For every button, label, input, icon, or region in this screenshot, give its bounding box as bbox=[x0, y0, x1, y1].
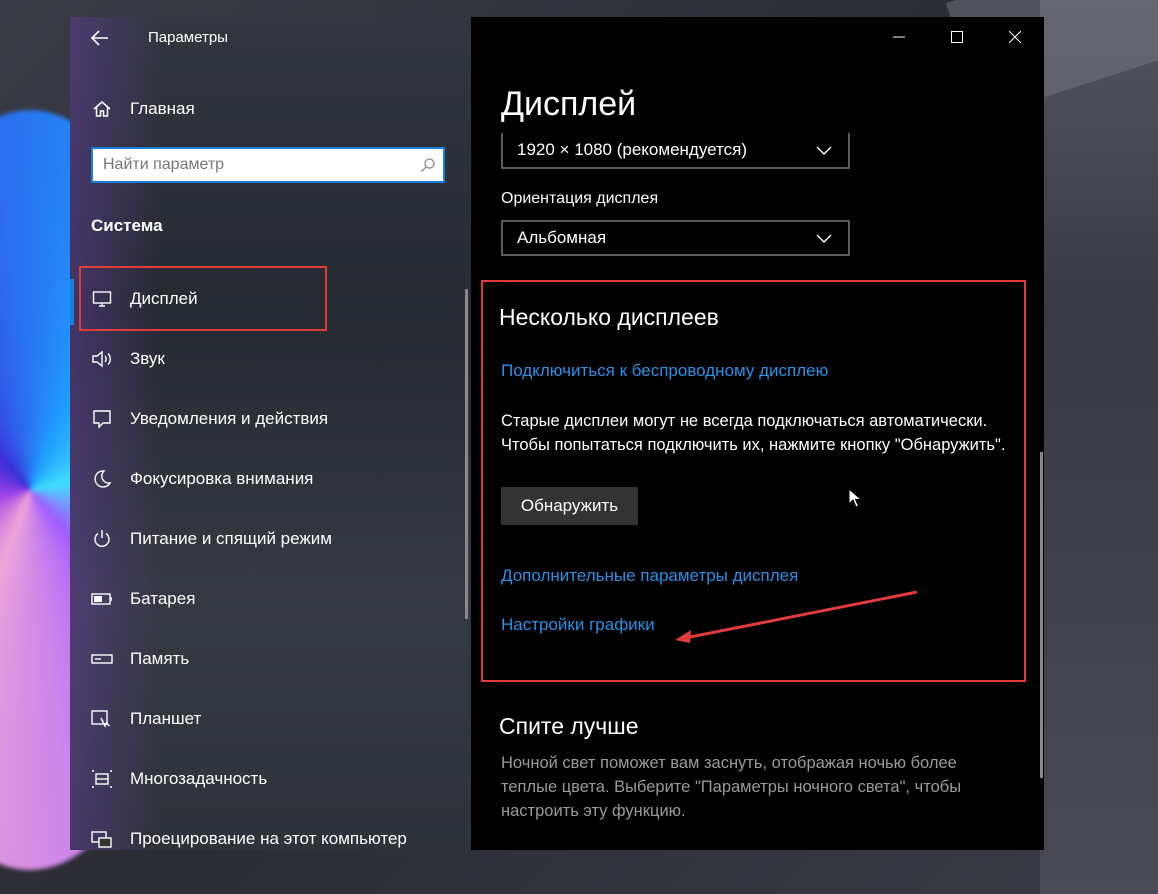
detect-button[interactable]: Обнаружить bbox=[501, 487, 638, 525]
home-icon bbox=[90, 97, 114, 121]
sidebar-item-projecting[interactable]: Проецирование на этот компьютер bbox=[70, 809, 471, 850]
wallpaper-shape bbox=[1040, 0, 1158, 894]
chevron-down-icon bbox=[816, 146, 832, 155]
sidebar-item-label: Память bbox=[130, 649, 190, 668]
project-icon bbox=[90, 827, 114, 850]
battery-icon bbox=[90, 587, 114, 611]
sidebar-item-label: Батарея bbox=[130, 589, 196, 608]
sidebar-item-focus-assist[interactable]: Фокусировка внимания bbox=[70, 449, 471, 509]
window-controls bbox=[870, 17, 1044, 57]
multitasking-icon bbox=[90, 767, 114, 791]
search-box[interactable] bbox=[91, 147, 445, 183]
sidebar-item-notifications[interactable]: Уведомления и действия bbox=[70, 389, 471, 449]
sidebar-item-tablet[interactable]: Планшет bbox=[70, 689, 471, 749]
sidebar-item-display[interactable]: Дисплей bbox=[70, 266, 471, 331]
orientation-label: Ориентация дисплея bbox=[501, 190, 659, 207]
search-icon[interactable] bbox=[413, 157, 443, 173]
maximize-button[interactable] bbox=[928, 17, 986, 57]
section-heading-sleep-better: Спите лучше bbox=[499, 713, 639, 739]
close-icon bbox=[1009, 31, 1021, 43]
night-light-description: Ночной свет поможет вам заснуть, отображ… bbox=[501, 754, 962, 820]
home-label: Главная bbox=[130, 99, 195, 118]
sidebar: Параметры Главная Система Дисплей bbox=[70, 17, 471, 850]
sidebar-item-power[interactable]: Питание и спящий режим bbox=[70, 509, 471, 569]
sidebar-item-label: Питание и спящий режим bbox=[130, 529, 332, 548]
resolution-dropdown[interactable]: 1920 × 1080 (рекомендуется) bbox=[501, 133, 850, 169]
back-arrow-icon bbox=[91, 30, 108, 46]
tablet-icon bbox=[90, 707, 114, 731]
sidebar-item-battery[interactable]: Батарея bbox=[70, 569, 471, 629]
content-scrollbar[interactable] bbox=[1040, 452, 1043, 778]
annotation-arrow bbox=[675, 590, 918, 643]
advanced-display-settings-link[interactable]: Дополнительные параметры дисплея bbox=[501, 566, 798, 586]
sidebar-item-sound[interactable]: Звук bbox=[70, 329, 471, 389]
mouse-cursor-icon bbox=[848, 488, 862, 508]
speaker-icon bbox=[90, 347, 114, 371]
close-button[interactable] bbox=[986, 17, 1044, 57]
connect-wireless-display-link[interactable]: Подключиться к беспроводному дисплею bbox=[501, 361, 828, 381]
multiple-displays-description: Старые дисплеи могут не всегда подключат… bbox=[501, 412, 1006, 454]
sidebar-scrollbar[interactable] bbox=[465, 289, 468, 619]
notification-icon bbox=[90, 407, 114, 431]
sidebar-nav: Дисплей Звук Уведомления и действия Фоку… bbox=[70, 266, 471, 850]
page-title: Дисплей bbox=[501, 85, 637, 123]
back-button[interactable] bbox=[84, 23, 116, 53]
power-icon bbox=[90, 527, 114, 551]
section-heading-multiple-displays: Несколько дисплеев bbox=[499, 304, 719, 330]
section-title: Система bbox=[91, 216, 163, 235]
resolution-value: 1920 × 1080 (рекомендуется) bbox=[517, 140, 747, 159]
orientation-value: Альбомная bbox=[517, 228, 607, 247]
sidebar-item-label: Многозадачность bbox=[130, 769, 268, 788]
title-bar: Параметры bbox=[70, 17, 471, 59]
sidebar-item-label: Проецирование на этот компьютер bbox=[130, 829, 407, 848]
sidebar-item-label: Планшет bbox=[130, 709, 202, 728]
sidebar-item-label: Уведомления и действия bbox=[130, 409, 329, 428]
main-content: Дисплей 1920 × 1080 (рекомендуется) Орие… bbox=[471, 17, 1044, 850]
graphics-settings-link[interactable]: Настройки графики bbox=[501, 615, 655, 635]
sidebar-item-multitasking[interactable]: Многозадачность bbox=[70, 749, 471, 809]
sidebar-item-label: Звук bbox=[130, 349, 165, 368]
annotation-highlight-box bbox=[79, 266, 327, 331]
storage-icon bbox=[90, 647, 114, 671]
search-input[interactable] bbox=[93, 149, 413, 181]
app-title: Параметры bbox=[148, 29, 228, 46]
settings-window: Параметры Главная Система Дисплей bbox=[70, 17, 1044, 850]
sidebar-item-storage[interactable]: Память bbox=[70, 629, 471, 689]
orientation-dropdown[interactable]: Альбомная bbox=[501, 220, 850, 256]
sidebar-item-label: Фокусировка внимания bbox=[130, 469, 314, 488]
minimize-icon bbox=[893, 36, 905, 38]
maximize-icon bbox=[951, 31, 963, 43]
moon-icon bbox=[90, 467, 114, 491]
chevron-down-icon bbox=[816, 234, 832, 243]
minimize-button[interactable] bbox=[870, 17, 928, 57]
home-link[interactable]: Главная bbox=[90, 93, 195, 125]
